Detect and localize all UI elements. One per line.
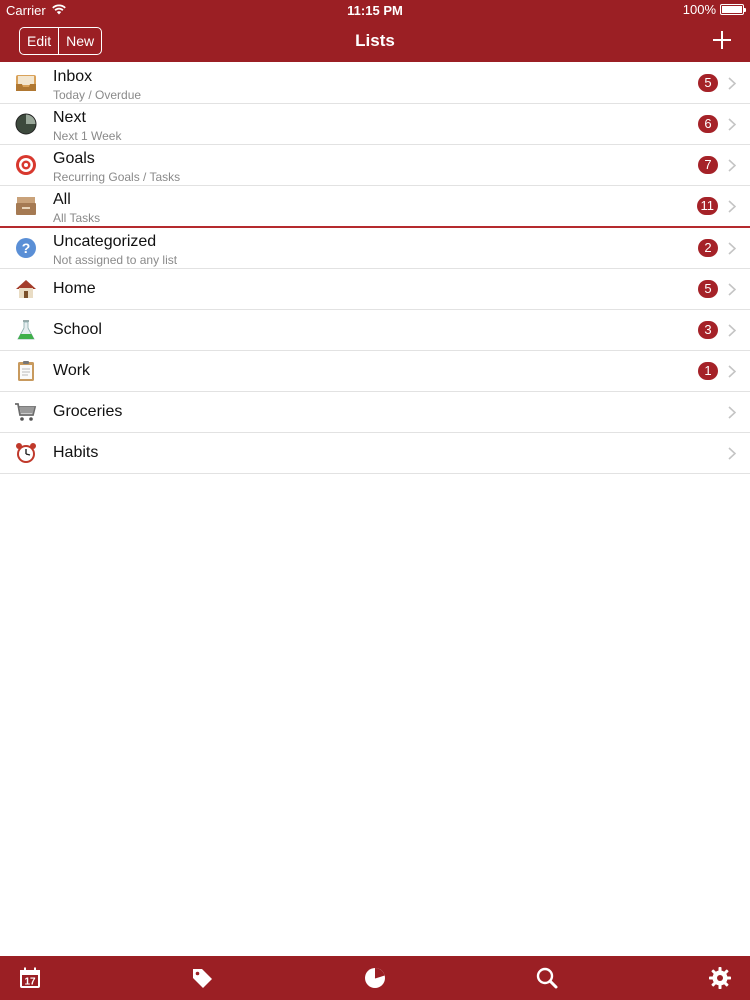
navigation-bar: Carrier 11:15 PM 100% Edit New Lists <box>0 0 750 62</box>
flask-icon <box>17 320 35 340</box>
list-item-work[interactable]: Work 1 <box>0 351 750 392</box>
clipboard-icon <box>18 361 34 381</box>
svg-text:?: ? <box>22 240 31 256</box>
battery-icon <box>720 4 746 15</box>
count-badge: 2 <box>698 239 718 257</box>
pie-chart-icon[interactable] <box>363 966 387 990</box>
list-item-all[interactable]: All All Tasks 11 <box>0 186 750 228</box>
chevron-right-icon <box>728 324 736 337</box>
list-item-title: Next <box>53 109 86 126</box>
count-badge: 6 <box>698 115 718 133</box>
calendar-day: 17 <box>24 977 36 988</box>
alarm-clock-icon <box>16 443 36 463</box>
chevron-right-icon <box>728 406 736 419</box>
gear-icon[interactable] <box>708 966 732 990</box>
chevron-right-icon <box>728 242 736 255</box>
list-item-title: School <box>53 321 102 338</box>
list-item-subtitle: Next 1 Week <box>53 129 122 143</box>
list-item-next[interactable]: Next Next 1 Week 6 <box>0 104 750 145</box>
count-badge: 3 <box>698 321 718 339</box>
chevron-right-icon <box>728 200 736 213</box>
calendar-icon[interactable]: 17 <box>18 966 42 990</box>
count-badge: 5 <box>698 74 718 92</box>
list-item-title: Habits <box>53 444 99 461</box>
count-badge: 7 <box>698 156 718 174</box>
plus-icon[interactable] <box>708 26 736 54</box>
chevron-right-icon <box>728 159 736 172</box>
inbox-tray-icon <box>16 75 36 91</box>
list-item-subtitle: Today / Overdue <box>53 88 142 102</box>
lists-table: Inbox Today / Overdue 5 Next Next 1 Week… <box>0 63 750 474</box>
list-item-subtitle: Not assigned to any list <box>53 253 178 267</box>
list-item-title: Groceries <box>53 403 123 420</box>
search-icon[interactable] <box>535 966 559 990</box>
list-item-title: Uncategorized <box>53 233 157 250</box>
question-icon: ? <box>16 238 36 258</box>
chevron-right-icon <box>728 283 736 296</box>
nav-row: Edit New Lists <box>0 20 750 62</box>
list-item-subtitle: Recurring Goals / Tasks <box>53 170 181 184</box>
list-item-title: All <box>53 191 71 208</box>
clock-time: 11:15 PM <box>347 3 403 18</box>
list-item-uncategorized[interactable]: ? Uncategorized Not assigned to any list… <box>0 228 750 269</box>
chevron-right-icon <box>728 77 736 90</box>
house-icon <box>16 280 36 298</box>
list-item-subtitle: All Tasks <box>53 211 101 225</box>
count-badge: 5 <box>698 280 718 298</box>
list-item-habits[interactable]: Habits <box>0 433 750 474</box>
status-bar: Carrier 11:15 PM 100% <box>0 0 750 20</box>
list-item-title: Goals <box>53 150 95 167</box>
list-item-title: Work <box>53 362 91 379</box>
page-title: Lists <box>355 31 395 50</box>
list-item-title: Inbox <box>53 68 93 85</box>
tag-icon[interactable] <box>190 966 214 990</box>
count-badge: 1 <box>698 362 718 380</box>
cart-icon <box>15 403 37 421</box>
chevron-right-icon <box>728 447 736 460</box>
list-item-inbox[interactable]: Inbox Today / Overdue 5 <box>0 63 750 104</box>
chevron-right-icon <box>728 365 736 378</box>
chevron-right-icon <box>728 118 736 131</box>
battery-percent: 100% <box>682 2 716 17</box>
list-item-home[interactable]: Home 5 <box>0 269 750 310</box>
target-icon <box>16 155 36 175</box>
count-badge: 11 <box>696 197 718 215</box>
battery-indicator: 100% <box>682 2 746 17</box>
clock-pie-icon <box>15 113 37 135</box>
archive-box-icon <box>16 197 36 215</box>
tab-bar: 17 <box>0 956 750 1000</box>
list-item-groceries[interactable]: Groceries <box>0 392 750 433</box>
list-item-title: Home <box>53 280 96 297</box>
list-item-goals[interactable]: Goals Recurring Goals / Tasks 7 <box>0 145 750 186</box>
list-item-school[interactable]: School 3 <box>0 310 750 351</box>
